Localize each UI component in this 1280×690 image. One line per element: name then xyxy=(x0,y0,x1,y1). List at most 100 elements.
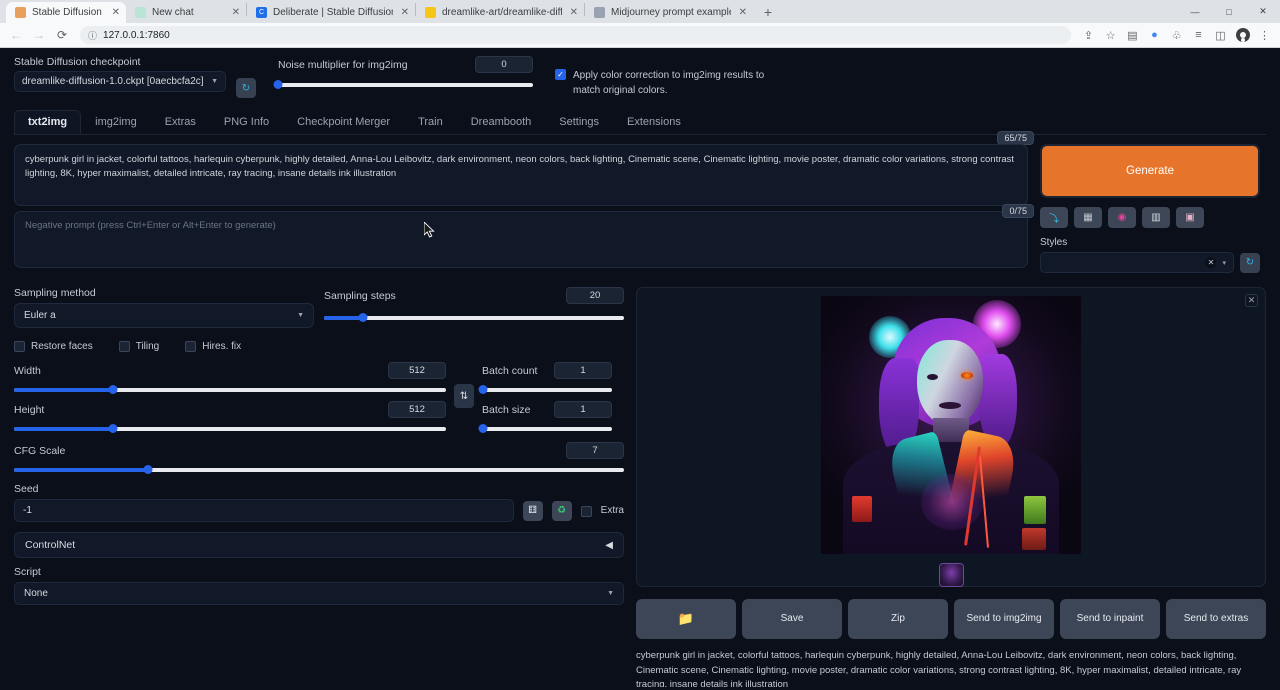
trash-icon[interactable]: ▦ xyxy=(1074,207,1102,228)
address-bar[interactable]: ⓘ 127.0.0.1:7860 xyxy=(80,26,1071,44)
tab-img2img[interactable]: img2img xyxy=(81,110,151,134)
extension-blue-icon[interactable]: ● xyxy=(1145,26,1164,45)
width-slider[interactable] xyxy=(14,387,446,393)
color-correction-option[interactable]: Apply color correction to img2img result… xyxy=(555,56,785,98)
extra-checkbox[interactable] xyxy=(581,506,592,517)
browser-tab-0[interactable]: Stable Diffusion ✕ xyxy=(6,2,126,23)
tab-extras[interactable]: Extras xyxy=(151,110,210,134)
tab-extensions[interactable]: Extensions xyxy=(613,110,695,134)
new-tab-button[interactable]: + xyxy=(757,2,779,22)
hires-fix-checkbox[interactable] xyxy=(185,341,196,352)
apply-style-icon[interactable]: ↻ xyxy=(1240,253,1260,273)
close-icon[interactable]: ✕ xyxy=(568,7,578,18)
tab-txt2img[interactable]: txt2img xyxy=(14,110,81,134)
save-button[interactable]: Save xyxy=(742,599,842,639)
close-icon[interactable]: ✕ xyxy=(110,7,120,18)
browser-tab-2[interactable]: C Deliberate | Stable Diffusion Che ✕ xyxy=(247,2,415,23)
recycle-icon[interactable]: ♻ xyxy=(552,501,572,521)
dice-icon[interactable]: ⚅ xyxy=(523,501,543,521)
browser-tab-4[interactable]: Midjourney prompt examples : L ✕ xyxy=(585,2,753,23)
tab-checkpoint-merger[interactable]: Checkpoint Merger xyxy=(283,110,404,134)
sampling-steps-value[interactable]: 20 xyxy=(566,287,624,304)
restore-faces-option[interactable]: Restore faces xyxy=(14,340,93,352)
share-icon[interactable]: ⇪ xyxy=(1079,26,1098,45)
paint-palette-icon[interactable]: ◉ xyxy=(1108,207,1136,228)
bookmark-star-icon[interactable]: ☆ xyxy=(1101,26,1120,45)
clear-styles-icon[interactable]: ✕ xyxy=(1205,257,1216,268)
tiling-option[interactable]: Tiling xyxy=(119,340,160,352)
refresh-icon[interactable]: ↻ xyxy=(236,78,256,98)
maximize-button[interactable]: □ xyxy=(1212,0,1246,23)
sampling-steps-slider[interactable] xyxy=(324,315,624,321)
cfg-scale-slider[interactable] xyxy=(14,467,624,473)
width-value[interactable]: 512 xyxy=(388,362,446,379)
cfg-scale-value[interactable]: 7 xyxy=(566,442,624,459)
close-icon[interactable]: ✕ xyxy=(737,7,747,18)
close-icon[interactable]: ✕ xyxy=(230,7,240,18)
height-value[interactable]: 512 xyxy=(388,401,446,418)
controlnet-accordion[interactable]: ControlNet ◀ xyxy=(14,532,624,558)
close-icon[interactable]: ✕ xyxy=(399,7,409,18)
tab-png-info[interactable]: PNG Info xyxy=(210,110,283,134)
negative-token-counter: 0/75 xyxy=(1002,204,1034,218)
color-correction-checkbox[interactable] xyxy=(555,69,566,80)
browser-tab-1[interactable]: New chat ✕ xyxy=(126,2,246,23)
menu-kebab-icon[interactable]: ⋮ xyxy=(1255,26,1274,45)
noise-multiplier-slider[interactable] xyxy=(278,82,533,88)
window-close-button[interactable]: ✕ xyxy=(1246,0,1280,23)
script-value: None xyxy=(24,588,48,599)
checkpoint-value: dreamlike-diffusion-1.0.ckpt [0aecbcfa2c… xyxy=(22,76,204,87)
open-folder-button[interactable]: 📁 xyxy=(636,599,736,639)
batch-size-slider[interactable] xyxy=(482,426,612,432)
tiling-checkbox[interactable] xyxy=(119,341,130,352)
height-slider[interactable] xyxy=(14,426,446,432)
tab-settings[interactable]: Settings xyxy=(545,110,613,134)
browser-tab-3[interactable]: dreamlike-art/dreamlike-diffusio ✕ xyxy=(416,2,584,23)
clipboard-icon[interactable]: ▥ xyxy=(1142,207,1170,228)
negative-prompt-input[interactable]: Negative prompt (press Ctrl+Enter or Alt… xyxy=(14,211,1028,268)
styles-select[interactable]: ✕ ▾ xyxy=(1040,252,1234,273)
site-info-icon[interactable]: ⓘ xyxy=(88,29,97,42)
reload-icon[interactable]: ⟳ xyxy=(52,25,72,45)
checkpoint-select[interactable]: dreamlike-diffusion-1.0.ckpt [0aecbcfa2c… xyxy=(14,71,226,92)
close-icon[interactable]: ✕ xyxy=(1245,294,1258,307)
generated-image[interactable] xyxy=(821,296,1081,554)
back-icon[interactable]: ← xyxy=(6,25,26,45)
puzzle-icon[interactable]: ♧ xyxy=(1167,26,1186,45)
minimize-button[interactable]: — xyxy=(1178,0,1212,23)
playlist-icon[interactable]: ≡ xyxy=(1189,26,1208,45)
send-to-img2img-button[interactable]: Send to img2img xyxy=(954,599,1054,639)
batch-count-value[interactable]: 1 xyxy=(554,362,612,379)
calculator-icon[interactable]: ▤ xyxy=(1123,26,1142,45)
sampling-method-select[interactable]: Euler a ▼ xyxy=(14,303,314,328)
sampling-steps-field: Sampling steps 20 xyxy=(324,287,624,321)
profile-avatar-icon[interactable] xyxy=(1233,26,1252,45)
generate-button[interactable]: Generate xyxy=(1040,144,1260,198)
prompt-area: 65/75 cyberpunk girl in jacket, colorful… xyxy=(14,144,1266,273)
batch-count-slider[interactable] xyxy=(482,387,612,393)
forward-icon[interactable]: → xyxy=(29,25,49,45)
generated-image-thumbnail[interactable] xyxy=(939,563,964,587)
script-select[interactable]: None ▼ xyxy=(14,582,624,605)
save-style-icon[interactable]: ▣ xyxy=(1176,207,1204,228)
send-to-inpaint-button[interactable]: Send to inpaint xyxy=(1060,599,1160,639)
civitai-icon: C xyxy=(256,7,267,18)
seed-input[interactable]: -1 xyxy=(14,499,514,522)
zip-button[interactable]: Zip xyxy=(848,599,948,639)
send-to-extras-button[interactable]: Send to extras xyxy=(1166,599,1266,639)
batch-size-value[interactable]: 1 xyxy=(554,401,612,418)
paste-arrow-icon[interactable]: ⤵ xyxy=(1040,207,1068,228)
hires-fix-option[interactable]: Hires. fix xyxy=(185,340,241,352)
noise-multiplier-value[interactable]: 0 xyxy=(475,56,533,73)
tab-train[interactable]: Train xyxy=(404,110,457,134)
lower-area: Sampling method Euler a ▼ Sampling steps… xyxy=(14,287,1266,690)
checkpoint-field: Stable Diffusion checkpoint dreamlike-di… xyxy=(14,56,226,92)
sidepanel-icon[interactable]: ◫ xyxy=(1211,26,1230,45)
swap-dimensions-icon[interactable]: ⇅ xyxy=(454,384,474,408)
browser-tab-strip: Stable Diffusion ✕ New chat ✕ C Delibera… xyxy=(0,0,1280,23)
tab-dreambooth[interactable]: Dreambooth xyxy=(457,110,546,134)
result-action-buttons: 📁 Save Zip Send to img2img Send to inpai… xyxy=(636,599,1266,639)
chevron-left-icon: ◀ xyxy=(605,540,613,551)
restore-faces-checkbox[interactable] xyxy=(14,341,25,352)
prompt-input[interactable]: cyberpunk girl in jacket, colorful tatto… xyxy=(14,144,1028,206)
